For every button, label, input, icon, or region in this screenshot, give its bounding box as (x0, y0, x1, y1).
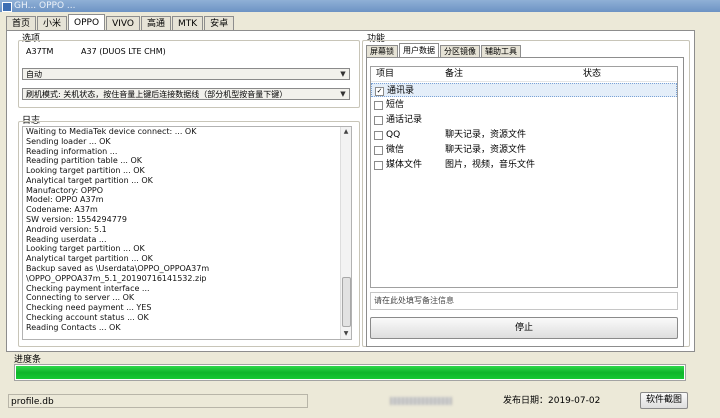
list-item[interactable]: 媒体文件 图片，视频，音乐文件 (371, 158, 677, 172)
log-line: Waiting to MediaTek device connect: ... … (26, 127, 197, 136)
progress-bar (14, 364, 686, 381)
model-code: A37TM (26, 47, 54, 56)
item-name: 短信 (386, 100, 405, 110)
mode-value: 自动 (26, 70, 42, 79)
status-redacted (390, 397, 452, 405)
screenshot-button[interactable]: 软件截图 (640, 392, 688, 409)
log-scrollbar[interactable]: ▲ ▼ (340, 127, 351, 339)
checkbox[interactable] (374, 131, 383, 140)
tab-mtk[interactable]: MTK (171, 16, 204, 31)
header-item: 项目 (376, 69, 395, 79)
log-line: Manufactory: OPPO (26, 185, 104, 195)
log-line: Reading Contacts ... OK (26, 322, 121, 332)
log-line: Reading information ... (26, 146, 118, 156)
checkbox[interactable] (374, 101, 383, 110)
list-item[interactable]: 短信 (371, 98, 677, 112)
log-lines: Waiting to MediaTek device connect: ... … (26, 127, 209, 332)
window-title: GH... OPPO ... (14, 1, 76, 11)
note-input[interactable]: 请在此处填写备注信息 (370, 292, 678, 310)
log-line: Sending loader ... OK (26, 136, 111, 146)
tab-oppo[interactable]: OPPO (68, 14, 106, 31)
item-note: 聊天记录，资源文件 (445, 145, 527, 155)
header-note: 备注 (445, 69, 464, 79)
status-release-date: 发布日期：2019-07-02 (503, 396, 601, 406)
log-line: Reading partition table ... OK (26, 156, 143, 166)
list-item[interactable]: 微信 聊天记录，资源文件 (371, 143, 677, 157)
top-tab-bar: 首页 小米 OPPO VIVO 高通 MTK 安卓 (6, 14, 235, 31)
log-line: SW version: 1554294779 (26, 215, 127, 225)
scroll-up-icon[interactable]: ▲ (341, 127, 351, 137)
item-name: 微信 (386, 145, 405, 155)
checkbox[interactable] (374, 146, 383, 155)
flash-mode-value: 刷机模式: 关机状态，按住音量上键后连接数据线（部分机型按音量下键） (26, 90, 288, 99)
item-name: 媒体文件 (386, 160, 423, 170)
item-note: 图片，视频，音乐文件 (445, 160, 536, 170)
stop-button[interactable]: 停止 (370, 317, 678, 339)
log-line: Checking account status ... OK (26, 312, 149, 322)
chevron-down-icon: ▼ (340, 90, 346, 98)
log-textarea[interactable]: Waiting to MediaTek device connect: ... … (22, 126, 352, 340)
model-select[interactable]: A37TM A37 (DUOS LTE CHM) (22, 45, 350, 57)
log-line: Android version: 5.1 (26, 224, 107, 234)
log-line: Analytical target partition ... OK (26, 254, 153, 264)
item-name: 通话记录 (386, 115, 423, 125)
tab-user-data[interactable]: 用户数据 (399, 43, 439, 58)
log-line: Connecting to server ... OK (26, 293, 135, 303)
log-line: Checking payment interface ... (26, 283, 150, 293)
function-tab-bar: 屏幕锁 用户数据 分区镜像 辅助工具 (366, 43, 522, 58)
log-line: Looking target partition ... OK (26, 244, 145, 254)
list-item[interactable]: QQ 聊天记录，资源文件 (371, 128, 677, 142)
scroll-thumb[interactable] (342, 277, 351, 327)
mode-select[interactable]: 自动 ▼ (22, 68, 350, 80)
checkbox[interactable]: ✓ (375, 87, 384, 96)
status-file: profile.db (8, 394, 308, 408)
tab-xiaomi[interactable]: 小米 (37, 16, 68, 31)
scroll-down-icon[interactable]: ▼ (341, 329, 351, 339)
tab-android[interactable]: 安卓 (204, 16, 235, 31)
log-line: \OPPO_OPPOA37m_5.1_20190716141532.zip (26, 273, 207, 283)
tab-qualcomm[interactable]: 高通 (140, 16, 171, 31)
chevron-down-icon: ▼ (340, 70, 346, 78)
progress-fill (16, 366, 684, 379)
user-data-list: 项目 备注 状态 ✓ 通讯录 短信 通话记录 QQ 聊天记录，资源文件 微信 聊… (370, 66, 678, 288)
flash-mode-select[interactable]: 刷机模式: 关机状态，按住音量上键后连接数据线（部分机型按音量下键） ▼ (22, 88, 350, 100)
item-name: QQ (386, 130, 401, 140)
tab-vivo[interactable]: VIVO (106, 16, 140, 31)
item-name: 通讯录 (387, 86, 415, 96)
checkbox[interactable] (374, 161, 383, 170)
list-item[interactable]: ✓ 通讯录 (371, 83, 677, 97)
log-line: Backup saved as \Userdata\OPPO_OPPOA37m (26, 263, 210, 273)
log-line: Codename: A37m (26, 205, 98, 215)
title-bar: GH... OPPO ... (0, 0, 720, 12)
log-line: Checking need payment ... YES (26, 303, 152, 313)
app-icon (2, 2, 12, 12)
list-item[interactable]: 通话记录 (371, 113, 677, 127)
model-name: A37 (DUOS LTE CHM) (81, 47, 166, 56)
log-line: Model: OPPO A37m (26, 195, 104, 205)
list-header: 项目 备注 状态 (371, 67, 677, 82)
log-line: Looking target partition ... OK (26, 166, 145, 176)
log-line: Reading userdata ... (26, 234, 107, 244)
item-note: 聊天记录，资源文件 (445, 130, 527, 140)
log-line: Analytical target partition ... OK (26, 175, 153, 185)
checkbox[interactable] (374, 116, 383, 125)
header-status: 状态 (583, 69, 602, 79)
tab-home[interactable]: 首页 (6, 16, 37, 31)
